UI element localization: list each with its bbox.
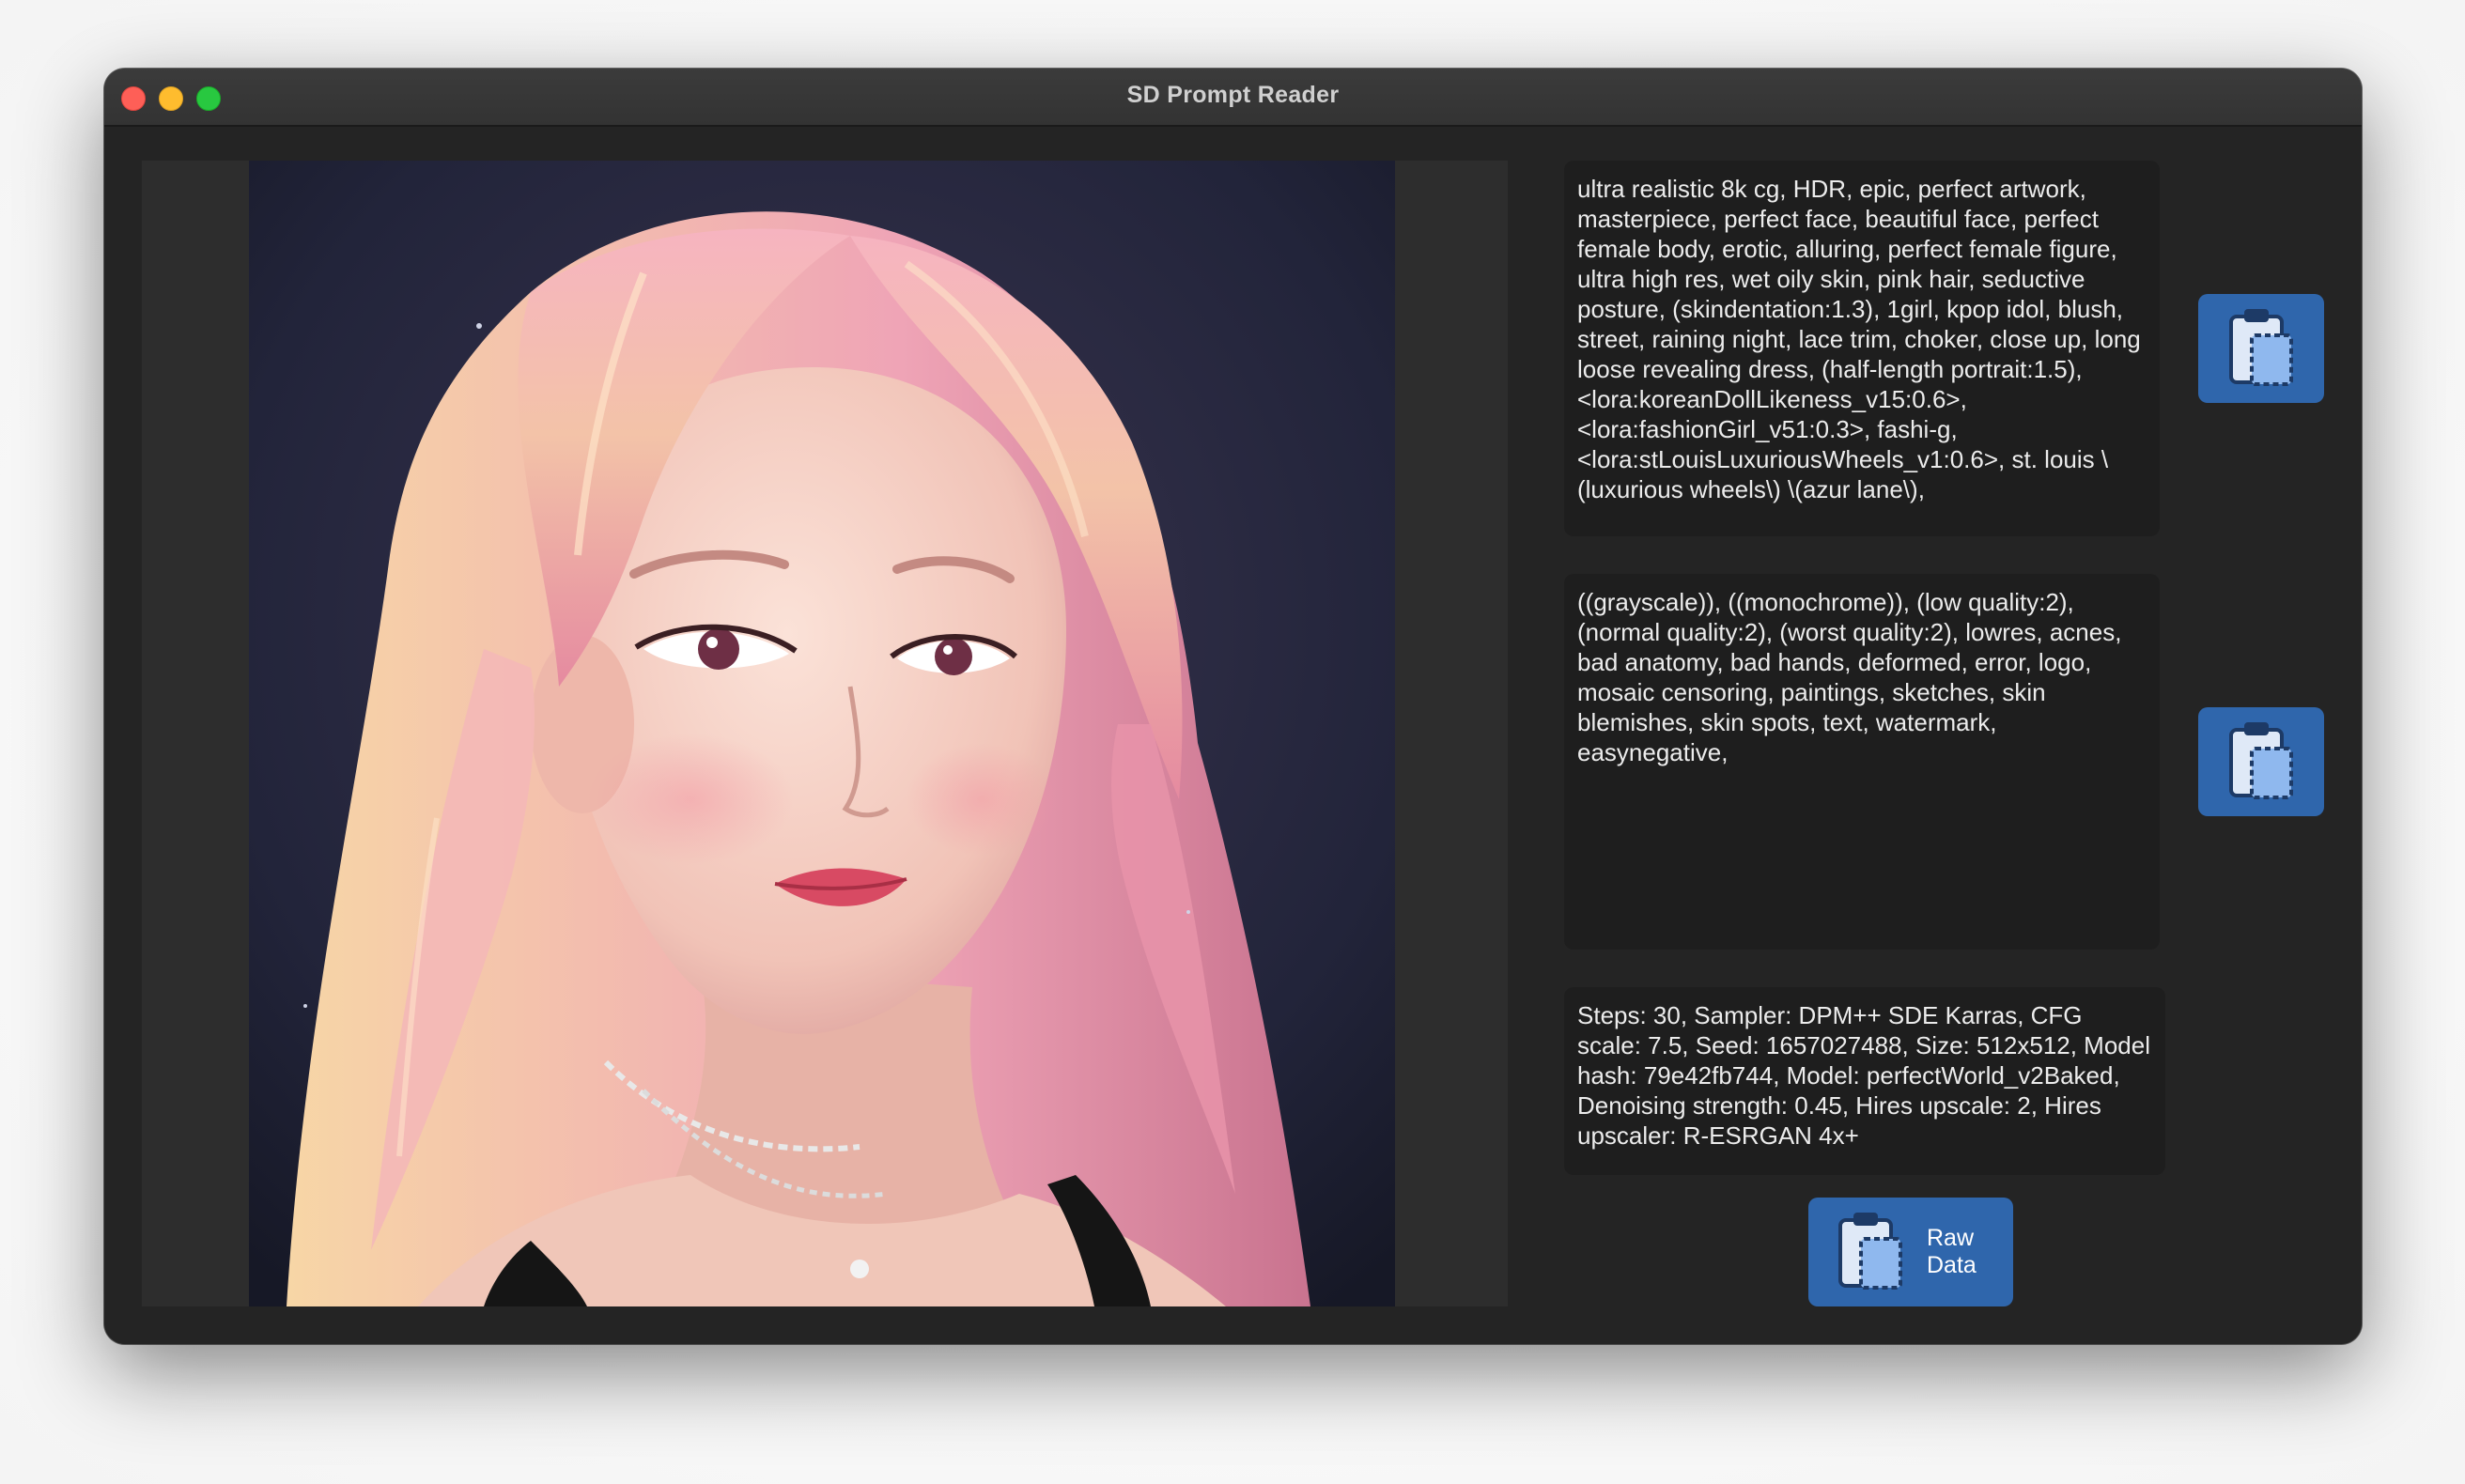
positive-prompt-textbox[interactable]: ultra realistic 8k cg, HDR, epic, perfec… bbox=[1564, 161, 2160, 536]
main-content: ultra realistic 8k cg, HDR, epic, perfec… bbox=[104, 127, 2362, 1344]
raw-data-icon-wrap bbox=[1833, 1210, 1908, 1294]
copy-positive-prompt-button[interactable] bbox=[2198, 294, 2324, 403]
clipboard-copy-icon bbox=[2229, 309, 2293, 386]
raw-data-label: Raw Data bbox=[1927, 1225, 1977, 1278]
raw-data-button[interactable]: Raw Data bbox=[1808, 1198, 2013, 1306]
app-window: SD Prompt Reader ultra realistic 8k cg, … bbox=[104, 69, 2362, 1344]
clipboard-copy-icon bbox=[1838, 1213, 1902, 1290]
copy-negative-prompt-button[interactable] bbox=[2198, 707, 2324, 816]
clipboard-copy-icon bbox=[2229, 722, 2293, 799]
title-bar[interactable]: SD Prompt Reader bbox=[104, 69, 2362, 127]
negative-prompt-textbox[interactable]: ((grayscale)), ((monochrome)), (low qual… bbox=[1564, 574, 2160, 950]
image-preview[interactable] bbox=[249, 161, 1395, 1306]
generation-settings-textbox[interactable]: Steps: 30, Sampler: DPM++ SDE Karras, CF… bbox=[1564, 987, 2165, 1175]
image-preview-frame[interactable] bbox=[142, 161, 1508, 1306]
window-title: SD Prompt Reader bbox=[1126, 82, 1340, 108]
portrait-image bbox=[249, 161, 1395, 1306]
desktop: SD Prompt Reader ultra realistic 8k cg, … bbox=[0, 0, 2465, 1484]
